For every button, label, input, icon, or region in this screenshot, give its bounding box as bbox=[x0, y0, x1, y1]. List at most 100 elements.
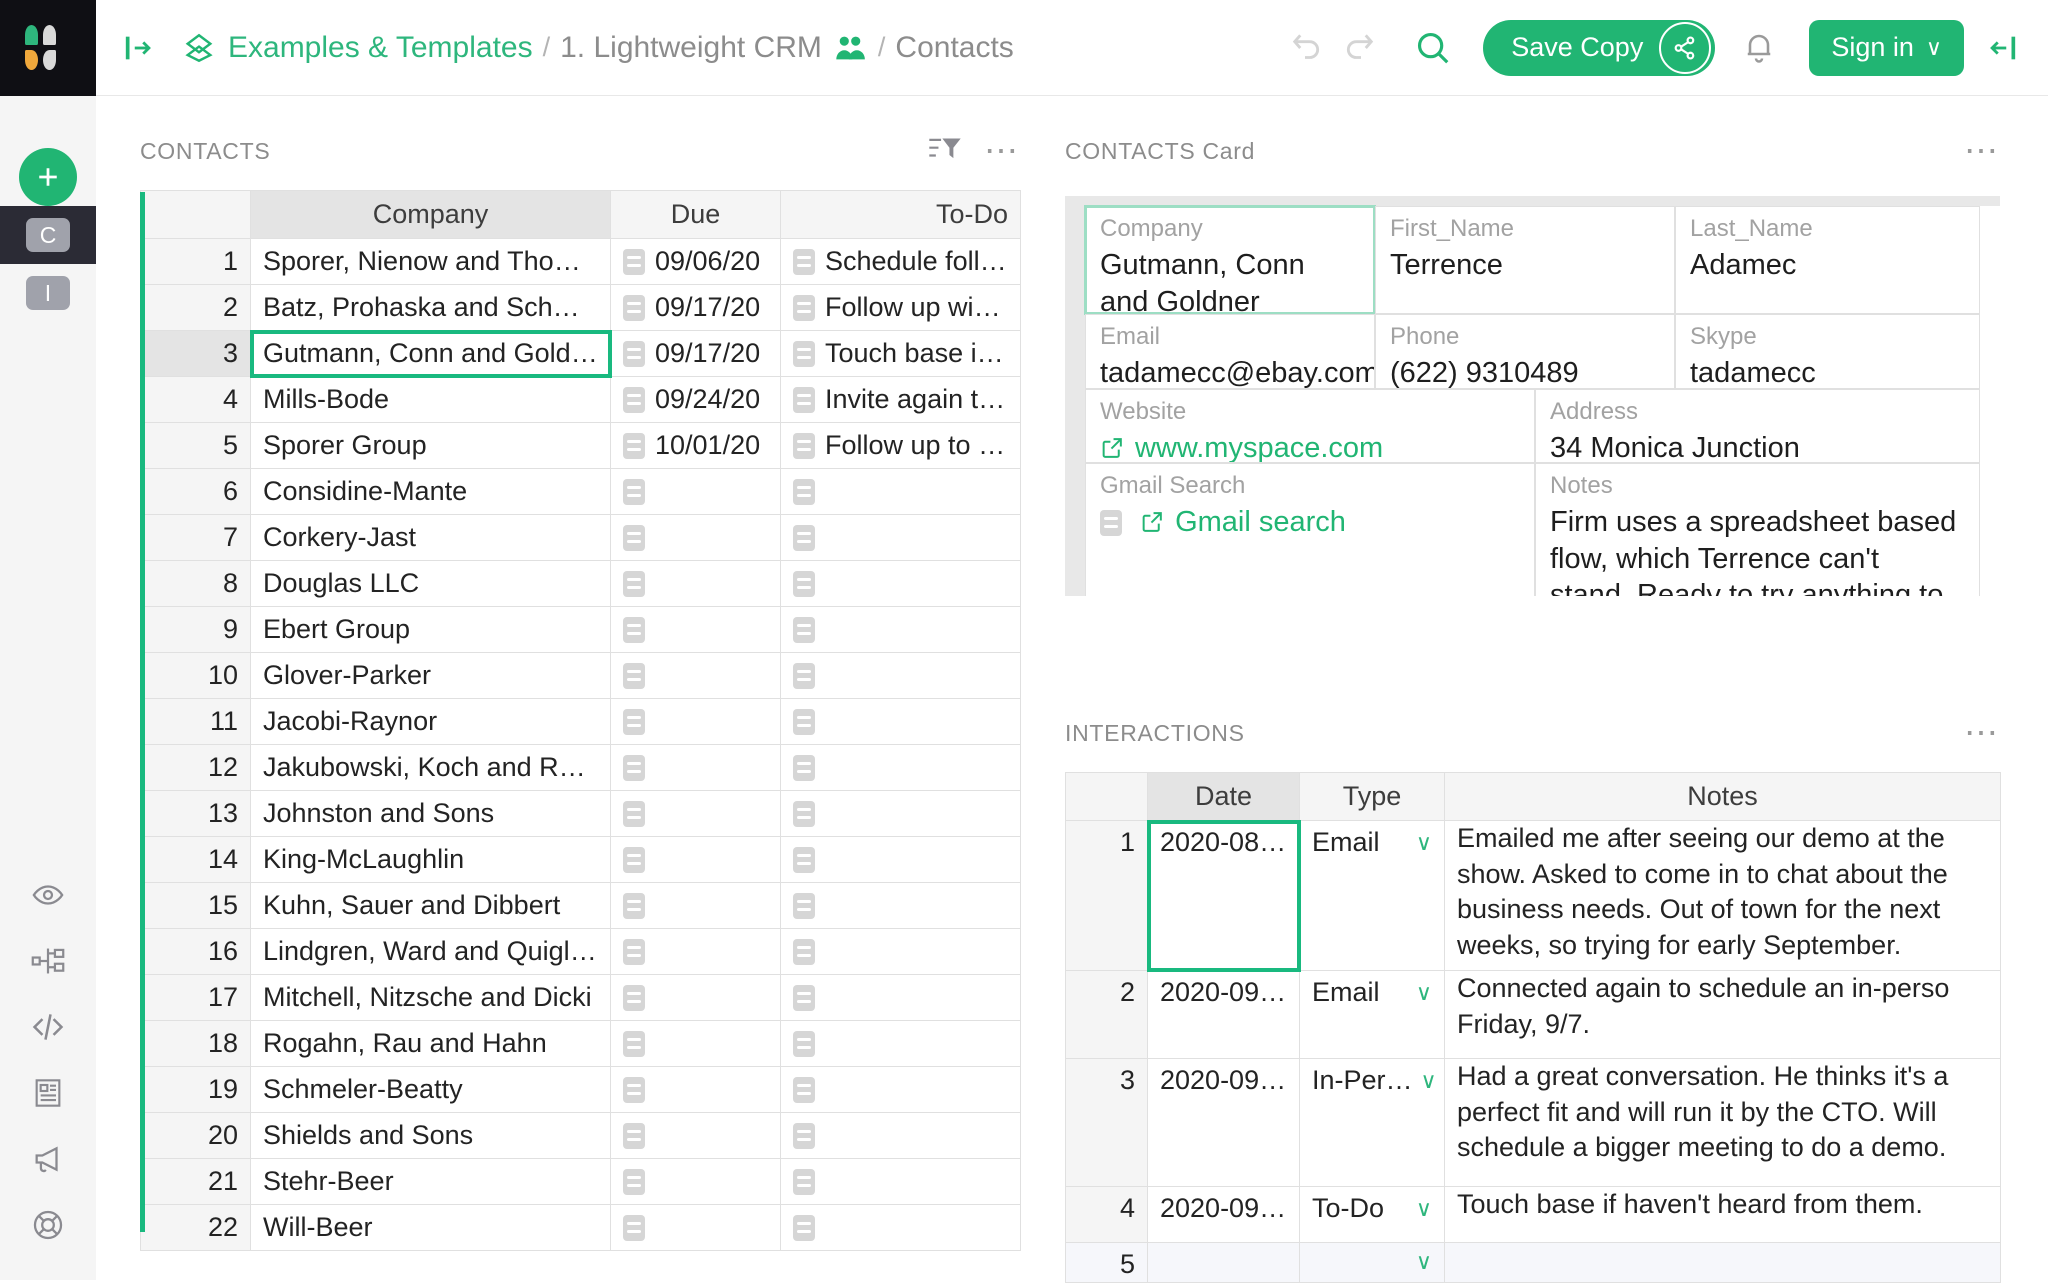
cell-todo[interactable]: Follow up with a bbox=[781, 285, 1021, 331]
cell-company[interactable]: Johnston and Sons bbox=[251, 791, 611, 837]
row-number[interactable]: 21 bbox=[141, 1159, 251, 1205]
cell-due[interactable] bbox=[611, 607, 781, 653]
table-row[interactable]: 15Kuhn, Sauer and Dibbert bbox=[141, 883, 1021, 929]
contacts-col-select[interactable] bbox=[141, 191, 251, 239]
cell-due[interactable] bbox=[611, 745, 781, 791]
contacts-table[interactable]: Company Due To-Do 1Sporer, Nienow and Th… bbox=[140, 190, 1021, 1251]
cell-todo[interactable] bbox=[781, 515, 1021, 561]
cell-company[interactable]: Mills-Bode bbox=[251, 377, 611, 423]
card-field-email[interactable]: Email tadamecc@ebay.com bbox=[1085, 314, 1375, 389]
table-row[interactable]: 11Jacobi-Raynor bbox=[141, 699, 1021, 745]
table-row[interactable]: 1Sporer, Nienow and Thom…09/06/20Schedul… bbox=[141, 239, 1021, 285]
megaphone-icon[interactable] bbox=[0, 1126, 96, 1192]
table-row[interactable]: 13Johnston and Sons bbox=[141, 791, 1021, 837]
cell-company[interactable]: Jakubowski, Koch and Rut… bbox=[251, 745, 611, 791]
page-widget-icon[interactable] bbox=[0, 928, 96, 994]
sign-in-button[interactable]: Sign in ∨ bbox=[1809, 20, 1964, 76]
table-row[interactable]: 32020-09-07In-Per…∨Had a great conversat… bbox=[1066, 1059, 2001, 1187]
card-field-phone[interactable]: Phone (622) 9310489 bbox=[1375, 314, 1675, 389]
cell-date[interactable]: 2020-08-14 bbox=[1148, 821, 1300, 971]
search-icon[interactable] bbox=[1405, 20, 1461, 76]
chevron-down-icon[interactable]: ∨ bbox=[1416, 980, 1432, 1006]
table-row[interactable]: 42020-09-17To-Do∨Touch base if haven't h… bbox=[1066, 1187, 2001, 1243]
cell-todo[interactable] bbox=[781, 561, 1021, 607]
row-number[interactable]: 5 bbox=[141, 423, 251, 469]
cell-due[interactable] bbox=[611, 929, 781, 975]
cell-type[interactable]: Email∨ bbox=[1300, 971, 1445, 1059]
card-field-notes[interactable]: Notes Firm uses a spreadsheet based flow… bbox=[1535, 463, 1980, 596]
cell-todo[interactable] bbox=[781, 837, 1021, 883]
cell-date[interactable] bbox=[1148, 1243, 1300, 1283]
cell-due[interactable] bbox=[611, 975, 781, 1021]
card-field-gmail-search[interactable]: Gmail Search Gmail search bbox=[1085, 463, 1535, 596]
row-number[interactable]: 1 bbox=[1066, 821, 1148, 971]
cell-todo[interactable]: Follow up to see bbox=[781, 423, 1021, 469]
row-number[interactable]: 8 bbox=[141, 561, 251, 607]
row-number[interactable]: 9 bbox=[141, 607, 251, 653]
expand-panel-icon[interactable] bbox=[122, 31, 156, 65]
row-number[interactable]: 2 bbox=[1066, 971, 1148, 1059]
cell-notes[interactable]: Touch base if haven't heard from them. bbox=[1445, 1187, 2001, 1243]
document-icon[interactable] bbox=[0, 1060, 96, 1126]
cell-todo[interactable] bbox=[781, 1159, 1021, 1205]
interactions-col-notes[interactable]: Notes bbox=[1445, 773, 2001, 821]
add-page-button[interactable] bbox=[19, 148, 77, 206]
table-row[interactable]: 5Sporer Group10/01/20Follow up to see bbox=[141, 423, 1021, 469]
cell-due[interactable]: 09/24/20 bbox=[611, 377, 781, 423]
table-row[interactable]: 6Considine-Mante bbox=[141, 469, 1021, 515]
table-row[interactable]: 16Lindgren, Ward and Quigley bbox=[141, 929, 1021, 975]
share-icon[interactable] bbox=[1659, 22, 1711, 74]
cell-company[interactable]: Considine-Mante bbox=[251, 469, 611, 515]
row-number[interactable]: 10 bbox=[141, 653, 251, 699]
cell-due[interactable] bbox=[611, 561, 781, 607]
cell-due[interactable]: 09/17/20 bbox=[611, 285, 781, 331]
more-options-icon[interactable]: ⋯ bbox=[984, 141, 1020, 161]
cell-due[interactable] bbox=[611, 1205, 781, 1251]
table-row[interactable]: 10Glover-Parker bbox=[141, 653, 1021, 699]
table-row[interactable]: 8Douglas LLC bbox=[141, 561, 1021, 607]
cell-todo[interactable] bbox=[781, 745, 1021, 791]
card-field-skype[interactable]: Skype tadamecc bbox=[1675, 314, 1980, 389]
chevron-down-icon[interactable]: ∨ bbox=[1416, 1249, 1432, 1275]
cell-company[interactable]: Corkery-Jast bbox=[251, 515, 611, 561]
cell-todo[interactable] bbox=[781, 1021, 1021, 1067]
cell-todo[interactable] bbox=[781, 653, 1021, 699]
more-options-icon[interactable]: ⋯ bbox=[1964, 723, 2000, 743]
cell-notes[interactable]: Connected again to schedule an in-perso … bbox=[1445, 971, 2001, 1059]
cell-due[interactable]: 09/06/20 bbox=[611, 239, 781, 285]
cell-due[interactable] bbox=[611, 1113, 781, 1159]
cell-due[interactable] bbox=[611, 1021, 781, 1067]
row-number[interactable]: 17 bbox=[141, 975, 251, 1021]
table-row[interactable]: 7Corkery-Jast bbox=[141, 515, 1021, 561]
interactions-col-select[interactable] bbox=[1066, 773, 1148, 821]
cell-company[interactable]: Shields and Sons bbox=[251, 1113, 611, 1159]
row-number[interactable]: 15 bbox=[141, 883, 251, 929]
table-row[interactable]: 20Shields and Sons bbox=[141, 1113, 1021, 1159]
table-row[interactable]: 22020-09-04Email∨Connected again to sche… bbox=[1066, 971, 2001, 1059]
table-row[interactable]: 2Batz, Prohaska and Schme…09/17/20Follow… bbox=[141, 285, 1021, 331]
cell-date[interactable]: 2020-09-07 bbox=[1148, 1059, 1300, 1187]
cell-type[interactable]: Email∨ bbox=[1300, 821, 1445, 971]
cell-company[interactable]: Ebert Group bbox=[251, 607, 611, 653]
row-number[interactable]: 4 bbox=[141, 377, 251, 423]
table-row[interactable]: 3Gutmann, Conn and Goldner09/17/20Touch … bbox=[141, 331, 1021, 377]
breadcrumb-page[interactable]: Contacts bbox=[895, 31, 1013, 65]
collapse-right-icon[interactable] bbox=[1974, 20, 2030, 76]
cell-due[interactable] bbox=[611, 837, 781, 883]
cell-type[interactable]: ∨ bbox=[1300, 1243, 1445, 1283]
cell-company[interactable]: Jacobi-Raynor bbox=[251, 699, 611, 745]
row-number[interactable]: 11 bbox=[141, 699, 251, 745]
more-options-icon[interactable]: ⋯ bbox=[1964, 141, 2000, 161]
table-row[interactable]: 9Ebert Group bbox=[141, 607, 1021, 653]
cell-due[interactable] bbox=[611, 1159, 781, 1205]
card-field-address[interactable]: Address 34 Monica Junction bbox=[1535, 389, 1980, 463]
code-icon[interactable] bbox=[0, 994, 96, 1060]
cell-todo[interactable]: Touch base if ha bbox=[781, 331, 1021, 377]
table-row[interactable]: 14King-McLaughlin bbox=[141, 837, 1021, 883]
cell-due[interactable] bbox=[611, 1067, 781, 1113]
cell-company[interactable]: Douglas LLC bbox=[251, 561, 611, 607]
cell-company[interactable]: Gutmann, Conn and Goldner bbox=[251, 331, 611, 377]
cell-todo[interactable] bbox=[781, 1067, 1021, 1113]
cell-due[interactable] bbox=[611, 653, 781, 699]
interactions-col-type[interactable]: Type bbox=[1300, 773, 1445, 821]
